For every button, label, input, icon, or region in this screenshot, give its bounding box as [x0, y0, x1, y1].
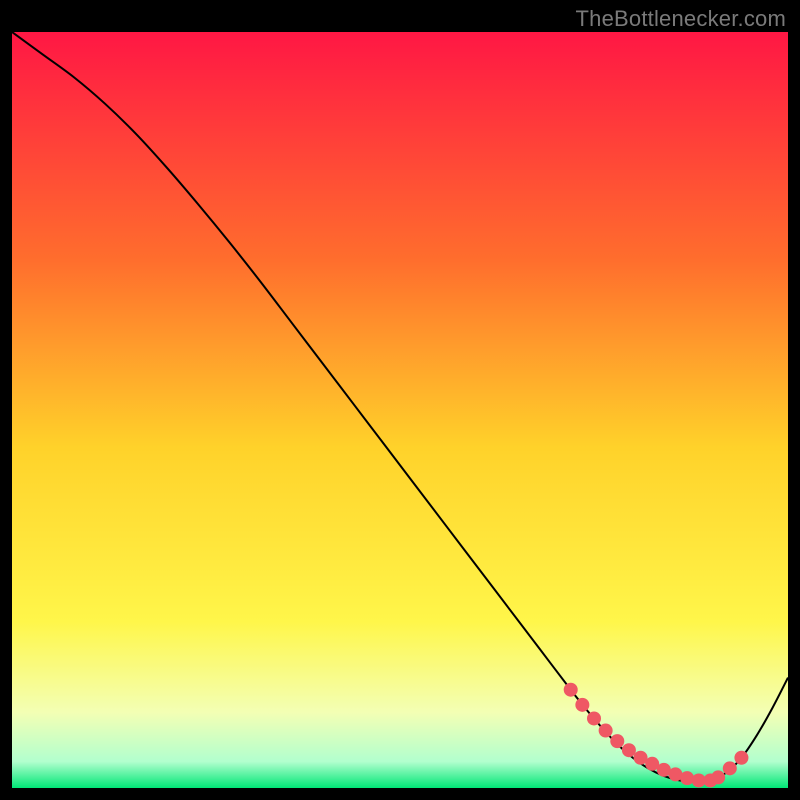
highlight-marker [711, 770, 725, 784]
plot-area [12, 32, 788, 788]
highlight-marker [564, 683, 578, 697]
highlight-marker [622, 743, 636, 757]
chart-frame [12, 32, 788, 788]
chart-background [12, 32, 788, 788]
highlight-marker [734, 751, 748, 765]
highlight-marker [723, 761, 737, 775]
watermark-text: TheBottlenecker.com [576, 6, 786, 32]
highlight-marker [610, 734, 624, 748]
highlight-marker [587, 711, 601, 725]
highlight-marker [680, 771, 694, 785]
highlight-marker [599, 724, 613, 738]
chart-svg [12, 32, 788, 788]
highlight-marker [575, 698, 589, 712]
